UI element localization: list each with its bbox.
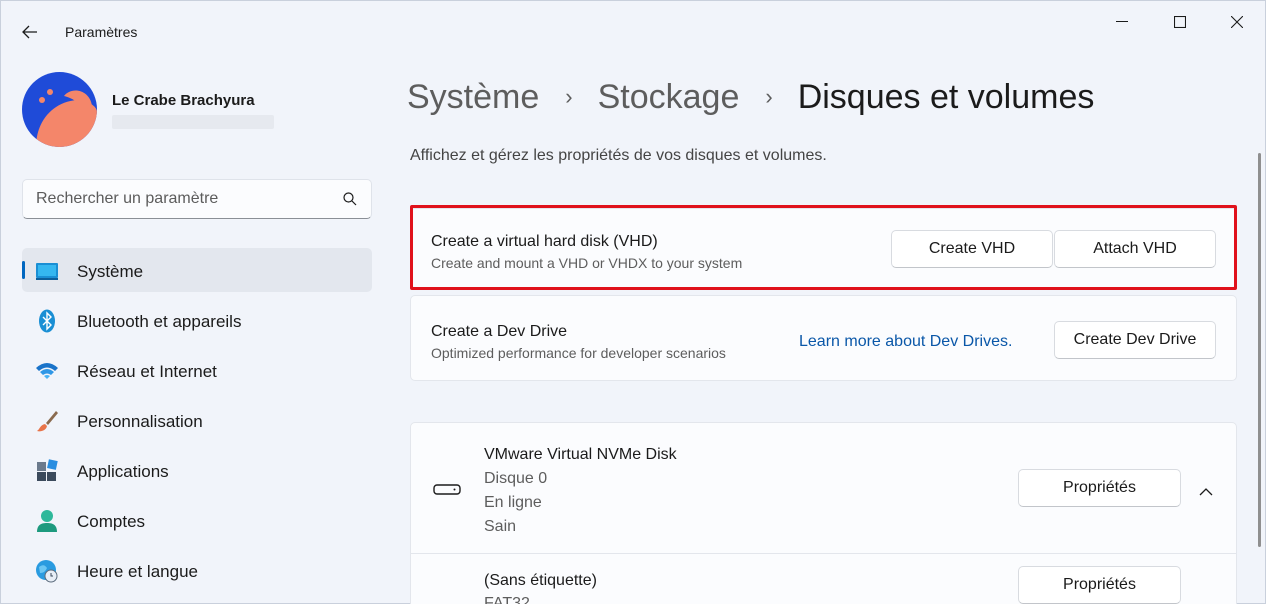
sidebar-item-label: Comptes	[77, 512, 146, 531]
sidebar-item-label: Personnalisation	[77, 412, 203, 431]
sidebar-item-label: Applications	[77, 462, 169, 481]
sidebar-item-label: Réseau et Internet	[77, 362, 217, 381]
back-button[interactable]	[15, 17, 45, 47]
minimize-button[interactable]	[1099, 9, 1145, 35]
volume-name: (Sans étiquette)	[484, 572, 597, 589]
dev-drive-description: Optimized performance for developer scen…	[431, 345, 726, 361]
sidebar-item-applications[interactable]: Applications	[22, 448, 372, 492]
page-title: Disques et volumes	[797, 77, 1095, 116]
disk-name: VMware Virtual NVMe Disk	[484, 446, 677, 463]
system-display-icon	[35, 259, 59, 283]
minimize-icon	[1116, 21, 1128, 22]
volume-properties-button[interactable]: Propriétés	[1018, 566, 1181, 604]
volume-filesystem: FAT32	[484, 595, 530, 604]
back-arrow-icon	[22, 25, 37, 39]
vhd-highlight-box	[410, 205, 1237, 290]
drive-icon	[433, 483, 461, 502]
disk-properties-button[interactable]: Propriétés	[1018, 469, 1181, 507]
apps-icon	[35, 459, 59, 483]
paintbrush-icon	[35, 409, 59, 433]
sidebar-item-label: Heure et langue	[77, 562, 198, 581]
app-title: Paramètres	[65, 24, 138, 40]
person-icon	[35, 509, 59, 533]
sidebar-item-bluetooth[interactable]: Bluetooth et appareils	[22, 298, 372, 342]
sidebar-item-heure-langue[interactable]: Heure et langue	[22, 548, 372, 592]
sidebar-item-personnalisation[interactable]: Personnalisation	[22, 398, 372, 442]
sidebar-nav: Système Bluetooth et appareils Réseau et…	[22, 248, 372, 598]
close-button[interactable]	[1214, 9, 1260, 35]
dev-drive-card: Create a Dev Drive Optimized performance…	[410, 295, 1237, 381]
page-subtitle: Affichez et gérez les propriétés de vos …	[410, 147, 827, 164]
search-input[interactable]	[36, 188, 336, 210]
search-icon[interactable]	[343, 192, 357, 211]
chevron-right-icon: ›	[565, 84, 573, 109]
settings-window: Paramètres Le Crabe Brachyura Rechercher…	[0, 0, 1266, 604]
active-indicator	[22, 261, 25, 279]
sidebar-item-comptes[interactable]: Comptes	[22, 498, 372, 542]
wifi-icon	[35, 359, 59, 383]
sidebar-item-label: Système	[77, 262, 144, 281]
sidebar-item-label: Bluetooth et appareils	[77, 312, 242, 331]
scrollbar[interactable]	[1258, 153, 1261, 547]
avatar-image	[22, 72, 97, 147]
disk-number: Disque 0	[484, 470, 548, 487]
disk-card: VMware Virtual NVMe Disk Disque 0 En lig…	[410, 422, 1237, 604]
bluetooth-icon	[35, 309, 59, 333]
learn-more-dev-drives-link[interactable]: Learn more about Dev Drives.	[799, 333, 1012, 351]
divider	[411, 553, 1236, 554]
title-bar: Paramètres	[1, 1, 1265, 45]
search-box[interactable]	[22, 179, 372, 219]
user-email-redacted	[112, 115, 274, 129]
disk-health: Sain	[484, 518, 517, 535]
close-icon	[1231, 16, 1243, 28]
avatar[interactable]	[22, 72, 97, 147]
globe-clock-icon	[35, 559, 59, 583]
breadcrumb-stockage[interactable]: Stockage	[598, 78, 740, 117]
dev-drive-title: Create a Dev Drive	[431, 323, 568, 340]
maximize-icon	[1174, 16, 1186, 28]
user-name: Le Crabe Brachyura	[112, 92, 255, 109]
disk-status: En ligne	[484, 494, 542, 511]
maximize-button[interactable]	[1157, 9, 1203, 35]
breadcrumb-systeme[interactable]: Système	[407, 78, 539, 117]
sidebar-item-reseau[interactable]: Réseau et Internet	[22, 348, 372, 392]
create-dev-drive-button[interactable]: Create Dev Drive	[1054, 321, 1216, 359]
breadcrumb: Système › Stockage › Disques et volumes	[407, 75, 1094, 119]
chevron-up-icon[interactable]	[1199, 483, 1213, 501]
sidebar-item-systeme[interactable]: Système	[22, 248, 372, 292]
chevron-right-icon: ›	[765, 84, 773, 109]
